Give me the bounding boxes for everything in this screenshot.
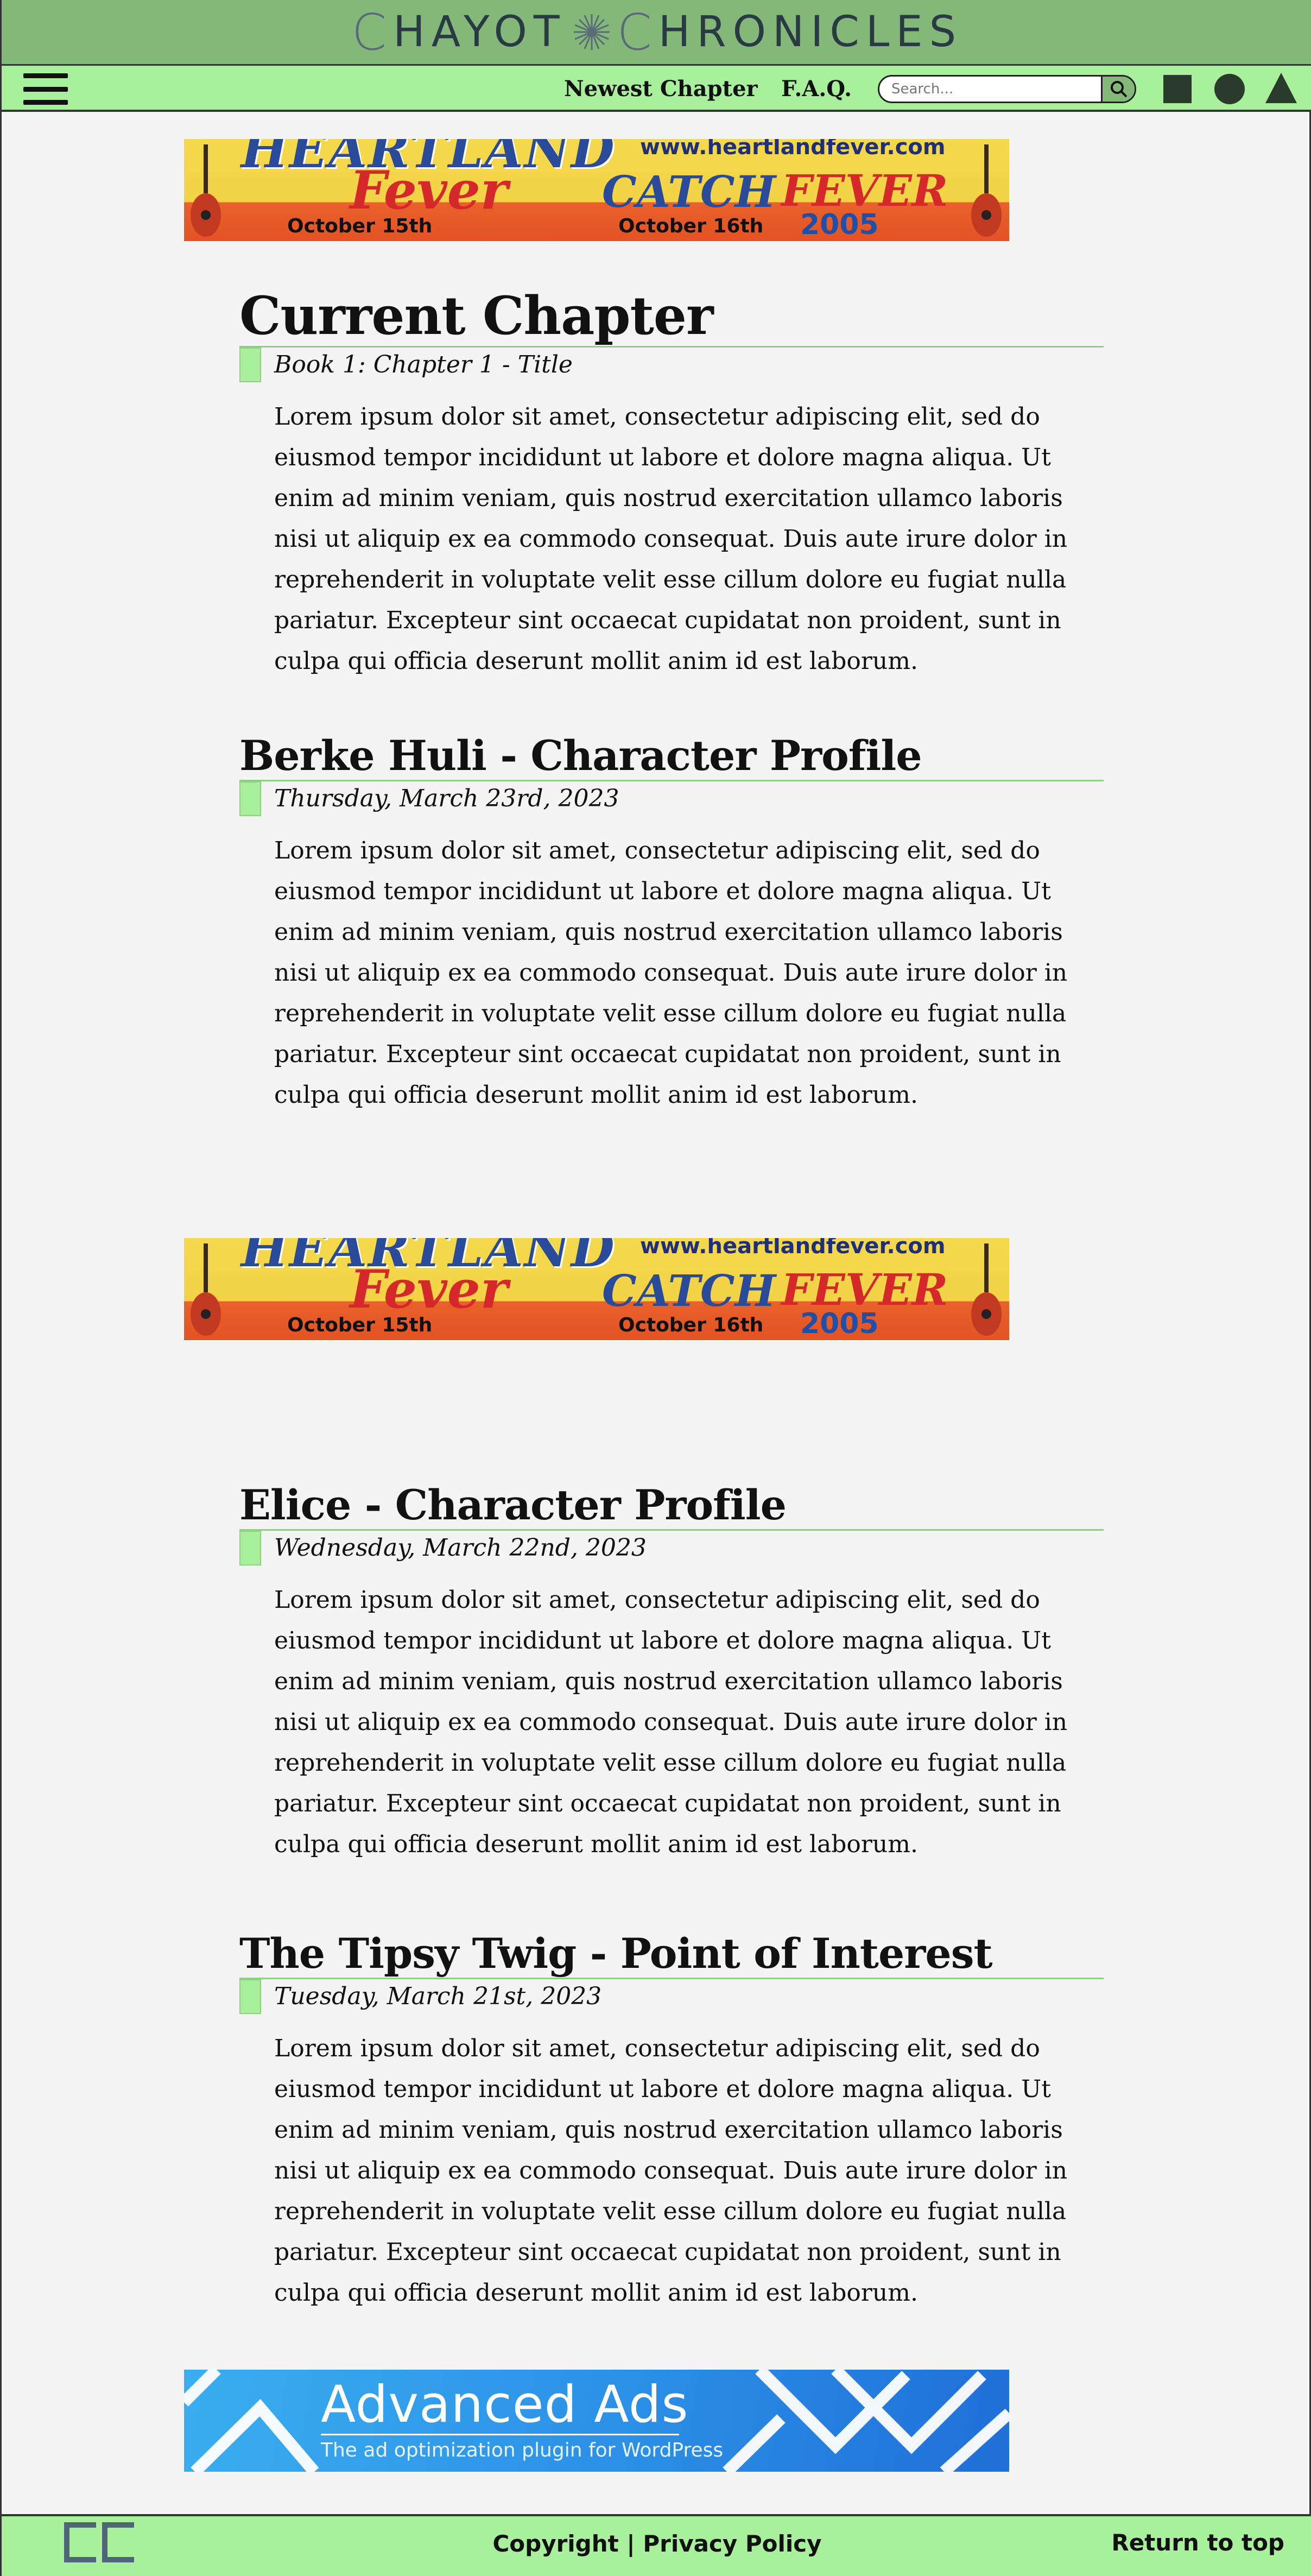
post-meta-text: Thursday, March 23rd, 2023	[274, 784, 619, 812]
post-meta-text: Wednesday, March 22nd, 2023	[274, 1533, 647, 1562]
hamburger-menu-icon[interactable]	[23, 73, 68, 105]
star-emblem-icon	[573, 14, 610, 50]
search-icon	[1110, 81, 1127, 98]
ad-heartland-url: www.heartlandfever.com	[640, 1238, 946, 1259]
post-body: Lorem ipsum dolor sit amet, consectetur …	[274, 2034, 1068, 2307]
meta-marker	[239, 1979, 261, 2014]
title-text-1: HAYOT	[393, 8, 566, 56]
search-input[interactable]	[879, 77, 1101, 102]
nav-newest-chapter[interactable]: Newest Chapter	[564, 66, 758, 112]
copyright-link[interactable]: Copyright	[492, 2530, 618, 2557]
post-title[interactable]: Current Chapter	[239, 288, 1104, 344]
meta-marker	[239, 1530, 261, 1565]
post-meta: Wednesday, March 22nd, 2023	[239, 1530, 1104, 1565]
post-current-chapter: Current Chapter Book 1: Chapter 1 - Titl…	[239, 288, 1104, 681]
return-to-top-link[interactable]: Return to top	[1111, 2529, 1284, 2556]
ad-heartland-fever: Fever	[350, 160, 508, 221]
privacy-policy-link[interactable]: Privacy Policy	[643, 2530, 821, 2557]
post-meta: Tuesday, March 21st, 2023	[239, 1979, 1104, 2014]
post-meta: Book 1: Chapter 1 - Title	[239, 347, 1104, 382]
post-body: Lorem ipsum dolor sit amet, consectetur …	[274, 836, 1068, 1109]
ad-heartland-date1: October 15th	[287, 215, 433, 237]
post-meta-text: Tuesday, March 21st, 2023	[274, 1982, 602, 2010]
post-title[interactable]: Elice - Character Profile	[239, 1483, 1104, 1527]
ad-heartland-catch: CATCH	[602, 1265, 776, 1316]
search-bar	[878, 75, 1136, 103]
post-meta-text: Book 1: Chapter 1 - Title	[274, 350, 573, 378]
ad-banner-heartland-1[interactable]: HEARTLAND Fever www.heartlandfever.com C…	[184, 139, 1009, 241]
title-letter-c1: C	[351, 3, 394, 61]
ad-heartland-fever: Fever	[350, 1259, 508, 1320]
ad-heartland-year: 2005	[800, 1308, 879, 1340]
search-button[interactable]	[1101, 77, 1135, 102]
post-berke-huli: Berke Huli - Character Profile Thursday,…	[239, 734, 1104, 1115]
guitar-icon	[971, 144, 1002, 237]
ad-heartland-url: www.heartlandfever.com	[640, 139, 946, 160]
post-body: Lorem ipsum dolor sit amet, consectetur …	[274, 402, 1068, 675]
post-title[interactable]: The Tipsy Twig - Point of Interest	[239, 1932, 1104, 1975]
post-body: Lorem ipsum dolor sit amet, consectetur …	[274, 1586, 1068, 1858]
circle-icon[interactable]	[1214, 74, 1245, 104]
nav-faq[interactable]: F.A.Q.	[781, 66, 852, 112]
ad-banner-heartland-2[interactable]: HEARTLAND Fever www.heartlandfever.com C…	[184, 1238, 1009, 1340]
ad-advanced-underline	[321, 2434, 679, 2435]
main-nav: Newest Chapter F.A.Q.	[2, 66, 1311, 112]
post-meta: Thursday, March 23rd, 2023	[239, 781, 1104, 816]
post-title[interactable]: Berke Huli - Character Profile	[239, 734, 1104, 778]
guitar-icon	[191, 144, 221, 237]
guitar-icon	[971, 1243, 1002, 1336]
ad-advanced-subtitle: The ad optimization plugin for WordPress	[321, 2439, 724, 2461]
ad-heartland-date2: October 16th	[618, 1314, 764, 1336]
ad-heartland-year: 2005	[800, 209, 879, 241]
site-title[interactable]: C HAYOT C HRONICLES	[352, 3, 962, 61]
meta-marker	[239, 347, 261, 382]
title-letter-c2: C	[617, 3, 658, 61]
footer-separator: |	[618, 2530, 643, 2557]
triangle-icon[interactable]	[1265, 73, 1297, 103]
ad-banner-advanced-ads[interactable]: Advanced Ads The ad optimization plugin …	[184, 2370, 1009, 2472]
ad-heartland-date1: October 15th	[287, 1314, 433, 1336]
post-elice: Elice - Character Profile Wednesday, Mar…	[239, 1483, 1104, 1865]
post-tipsy-twig: The Tipsy Twig - Point of Interest Tuesd…	[239, 1932, 1104, 2313]
ad-heartland-catch: CATCH	[602, 166, 776, 217]
site-header: C HAYOT C HRONICLES	[2, 0, 1311, 66]
square-icon[interactable]	[1163, 75, 1192, 103]
ad-advanced-title: Advanced Ads	[321, 2375, 689, 2434]
title-text-2: HRONICLES	[658, 8, 963, 56]
site-footer: Copyright | Privacy Policy Return to top	[2, 2514, 1311, 2576]
ad-heartland-date2: October 16th	[618, 215, 764, 237]
meta-marker	[239, 781, 261, 816]
guitar-icon	[191, 1243, 221, 1336]
